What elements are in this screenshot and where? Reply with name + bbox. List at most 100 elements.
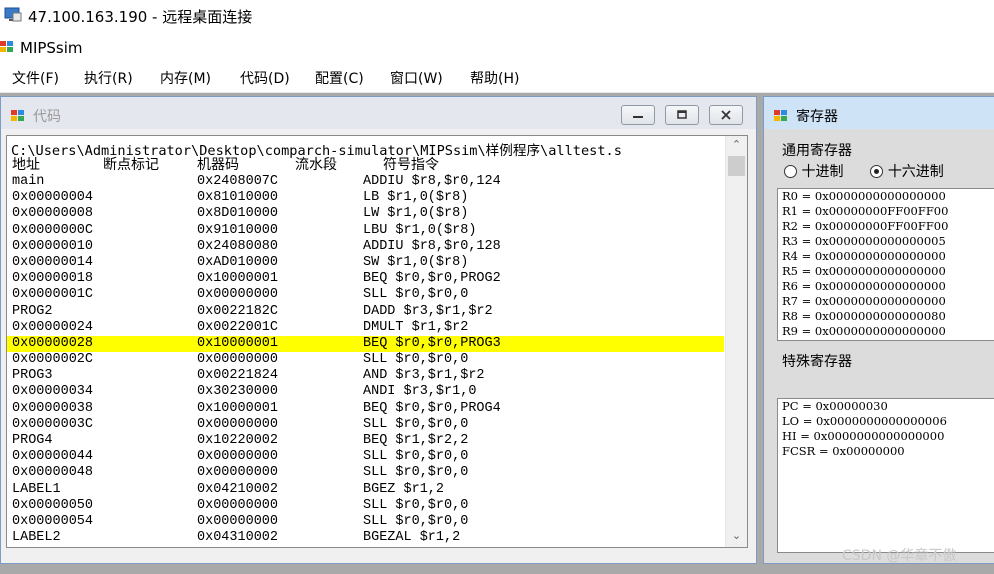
window-icon — [11, 110, 24, 121]
row-machine-code: 0x04310002 — [197, 530, 279, 546]
row-instruction: SLL $r0,$r0,0 — [363, 497, 469, 513]
code-row[interactable]: 0x00000004 0x81010000 LB $r1,0($r8) — [7, 190, 724, 206]
general-register-entry: R6 = 0x0000000000000000 — [782, 279, 946, 293]
row-machine-code: 0x00000000 — [197, 416, 279, 432]
row-instruction: SLL $r0,$r0,0 — [363, 465, 469, 481]
code-row[interactable]: PROG3 0x00221824 AND $r3,$r1,$r2 — [7, 368, 724, 384]
special-registers-label: 特殊寄存器 — [782, 354, 852, 370]
row-machine-code: 0x00000000 — [197, 465, 279, 481]
row-machine-code: 0x00221824 — [197, 368, 279, 384]
row-instruction: SLL $r0,$r0,0 — [363, 449, 469, 465]
radio-hex-label[interactable]: 十六进制 — [888, 164, 944, 180]
code-row[interactable]: 0x0000000C 0x91010000 LBU $r1,0($r8) — [7, 223, 724, 239]
menu-window[interactable]: 窗口(W) — [390, 68, 443, 88]
register-window-title: 寄存器 — [796, 109, 838, 125]
code-row[interactable]: PROG4 0x10220002 BEQ $r1,$r2,2 — [7, 433, 724, 449]
code-row[interactable]: main 0x2408007C ADDIU $r8,$r0,124 — [7, 174, 724, 190]
row-instruction: BGEZAL $r1,2 — [363, 530, 461, 546]
row-address: main — [12, 174, 45, 189]
row-address: 0x0000002C — [12, 352, 94, 368]
code-row[interactable]: 0x00000008 0x8D010000 LW $r1,0($r8) — [7, 206, 724, 222]
row-instruction: ADDIU $r8,$r0,128 — [363, 238, 501, 254]
row-machine-code: 0x8D010000 — [197, 206, 279, 222]
special-register-entry: LO = 0x0000000000000006 — [782, 414, 947, 428]
code-row[interactable]: LABEL1 0x04210002 BGEZ $r1,2 — [7, 482, 724, 498]
window-icon — [774, 110, 787, 121]
scroll-thumb[interactable] — [728, 156, 745, 176]
row-instruction: AND $r3,$r1,$r2 — [363, 368, 485, 384]
special-register-entry: FCSR = 0x00000000 — [782, 444, 905, 458]
row-address: 0x0000003C — [12, 416, 94, 432]
code-row[interactable]: 0x00000048 0x00000000 SLL $r0,$r0,0 — [7, 465, 724, 481]
code-row[interactable]: 0x00000054 0x00000000 SLL $r0,$r0,0 — [7, 514, 724, 530]
row-instruction: LBU $r1,0($r8) — [363, 222, 477, 238]
radio-decimal-label[interactable]: 十进制 — [801, 164, 843, 180]
row-machine-code: 0x00000000 — [197, 449, 279, 465]
code-row[interactable]: 0x0000001C 0x00000000 SLL $r0,$r0,0 — [7, 287, 724, 303]
radio-decimal[interactable] — [784, 165, 797, 178]
row-address: 0x00000038 — [12, 400, 94, 416]
row-address: LABEL2 — [12, 530, 61, 546]
code-row-current[interactable]: 0x00000028 0x10000001 BEQ $r0,$r0,PROG3 — [7, 335, 724, 353]
row-machine-code: 0x10220002 — [197, 433, 279, 448]
scroll-down-icon[interactable]: ⌄ — [726, 529, 747, 545]
restore-button[interactable] — [665, 105, 699, 125]
code-row[interactable]: 0x00000018 0x10000001 BEQ $r0,$r0,PROG2 — [7, 271, 724, 287]
close-button[interactable] — [709, 105, 743, 125]
code-row[interactable]: 0x00000014 0xAD010000 SW $r1,0($r8) — [7, 255, 724, 271]
row-instruction: DADD $r3,$r1,$r2 — [363, 303, 493, 319]
watermark: CSDN @华章不傲 — [842, 548, 957, 564]
general-register-entry: R7 = 0x0000000000000000 — [782, 294, 946, 308]
row-machine-code: 0x24080080 — [197, 238, 279, 254]
scroll-up-icon[interactable]: ⌃ — [726, 138, 747, 154]
row-machine-code: 0x30230000 — [197, 384, 279, 400]
radio-hex[interactable] — [870, 165, 884, 178]
code-row[interactable]: 0x00000034 0x30230000 ANDI $r3,$r1,0 — [7, 384, 724, 400]
general-register-entry: R0 = 0x0000000000000000 — [782, 189, 946, 203]
row-instruction: ANDI $r3,$r1,0 — [363, 384, 477, 400]
register-window: 寄存器 通用寄存器 十进制 十六进制 R0 = 0x00000000000000… — [763, 96, 994, 564]
register-window-titlebar[interactable]: 寄存器 — [764, 97, 994, 129]
code-window-titlebar[interactable]: 代码 — [1, 97, 756, 129]
menu-code[interactable]: 代码(D) — [240, 68, 290, 88]
menu-help[interactable]: 帮助(H) — [470, 68, 519, 88]
menu-file[interactable]: 文件(F) — [12, 68, 59, 88]
general-register-entry: R4 = 0x0000000000000000 — [782, 249, 946, 263]
header-breakpoint: 断点标记 — [103, 157, 159, 173]
code-row[interactable]: LABEL2 0x04310002 BGEZAL $r1,2 — [7, 530, 724, 546]
general-register-list[interactable]: R0 = 0x0000000000000000 R1 = 0x00000000FF… — [777, 188, 994, 341]
code-row[interactable]: PROG2 0x0022182C DADD $r3,$r1,$r2 — [7, 304, 724, 320]
row-address: 0x00000014 — [12, 254, 94, 270]
row-address: LABEL1 — [12, 481, 61, 497]
row-address: PROG4 — [12, 433, 53, 448]
close-icon — [721, 110, 731, 120]
row-address: 0x0000000C — [12, 222, 94, 238]
code-window-title: 代码 — [33, 109, 61, 125]
row-machine-code: 0x10000001 — [197, 271, 279, 287]
menu-run[interactable]: 执行(R) — [84, 68, 133, 88]
radix-selector: 十进制 十六进制 — [784, 161, 944, 181]
row-instruction: SLL $r0,$r0,0 — [363, 352, 469, 368]
menu-memory[interactable]: 内存(M) — [160, 68, 211, 88]
row-address: PROG2 — [12, 303, 53, 319]
row-instruction: SW $r1,0($r8) — [363, 254, 469, 270]
row-machine-code: 0x0022182C — [197, 303, 279, 319]
code-row[interactable]: 0x00000050 0x00000000 SLL $r0,$r0,0 — [7, 498, 724, 514]
code-scrollbar[interactable]: ⌃ ⌄ — [725, 136, 747, 547]
general-register-entry: R5 = 0x0000000000000000 — [782, 264, 946, 278]
header-machine-code: 机器码 — [197, 157, 239, 173]
code-row[interactable]: 0x00000044 0x00000000 SLL $r0,$r0,0 — [7, 449, 724, 465]
menu-config[interactable]: 配置(C) — [315, 68, 364, 88]
code-row[interactable]: 0x00000038 0x10000001 BEQ $r0,$r0,PROG4 — [7, 401, 724, 417]
special-register-list[interactable]: PC = 0x00000030 LO = 0x0000000000000006 HI… — [777, 398, 994, 553]
code-row[interactable]: 0x0000002C 0x00000000 SLL $r0,$r0,0 — [7, 352, 724, 368]
code-row[interactable]: 0x0000003C 0x00000000 SLL $r0,$r0,0 — [7, 417, 724, 433]
row-address: 0x00000004 — [12, 190, 94, 206]
row-address: 0x00000018 — [12, 271, 94, 287]
general-register-entry: R1 = 0x00000000FF00FF00 — [782, 204, 949, 218]
minimize-button[interactable] — [621, 105, 655, 125]
code-row[interactable]: 0x00000024 0x0022001C DMULT $r1,$r2 — [7, 320, 724, 336]
code-listing[interactable]: C:\Users\Administrator\Desktop\comparch-… — [6, 135, 748, 548]
code-row[interactable]: 0x00000010 0x24080080 ADDIU $r8,$r0,128 — [7, 239, 724, 255]
row-machine-code: 0x00000000 — [197, 497, 279, 513]
